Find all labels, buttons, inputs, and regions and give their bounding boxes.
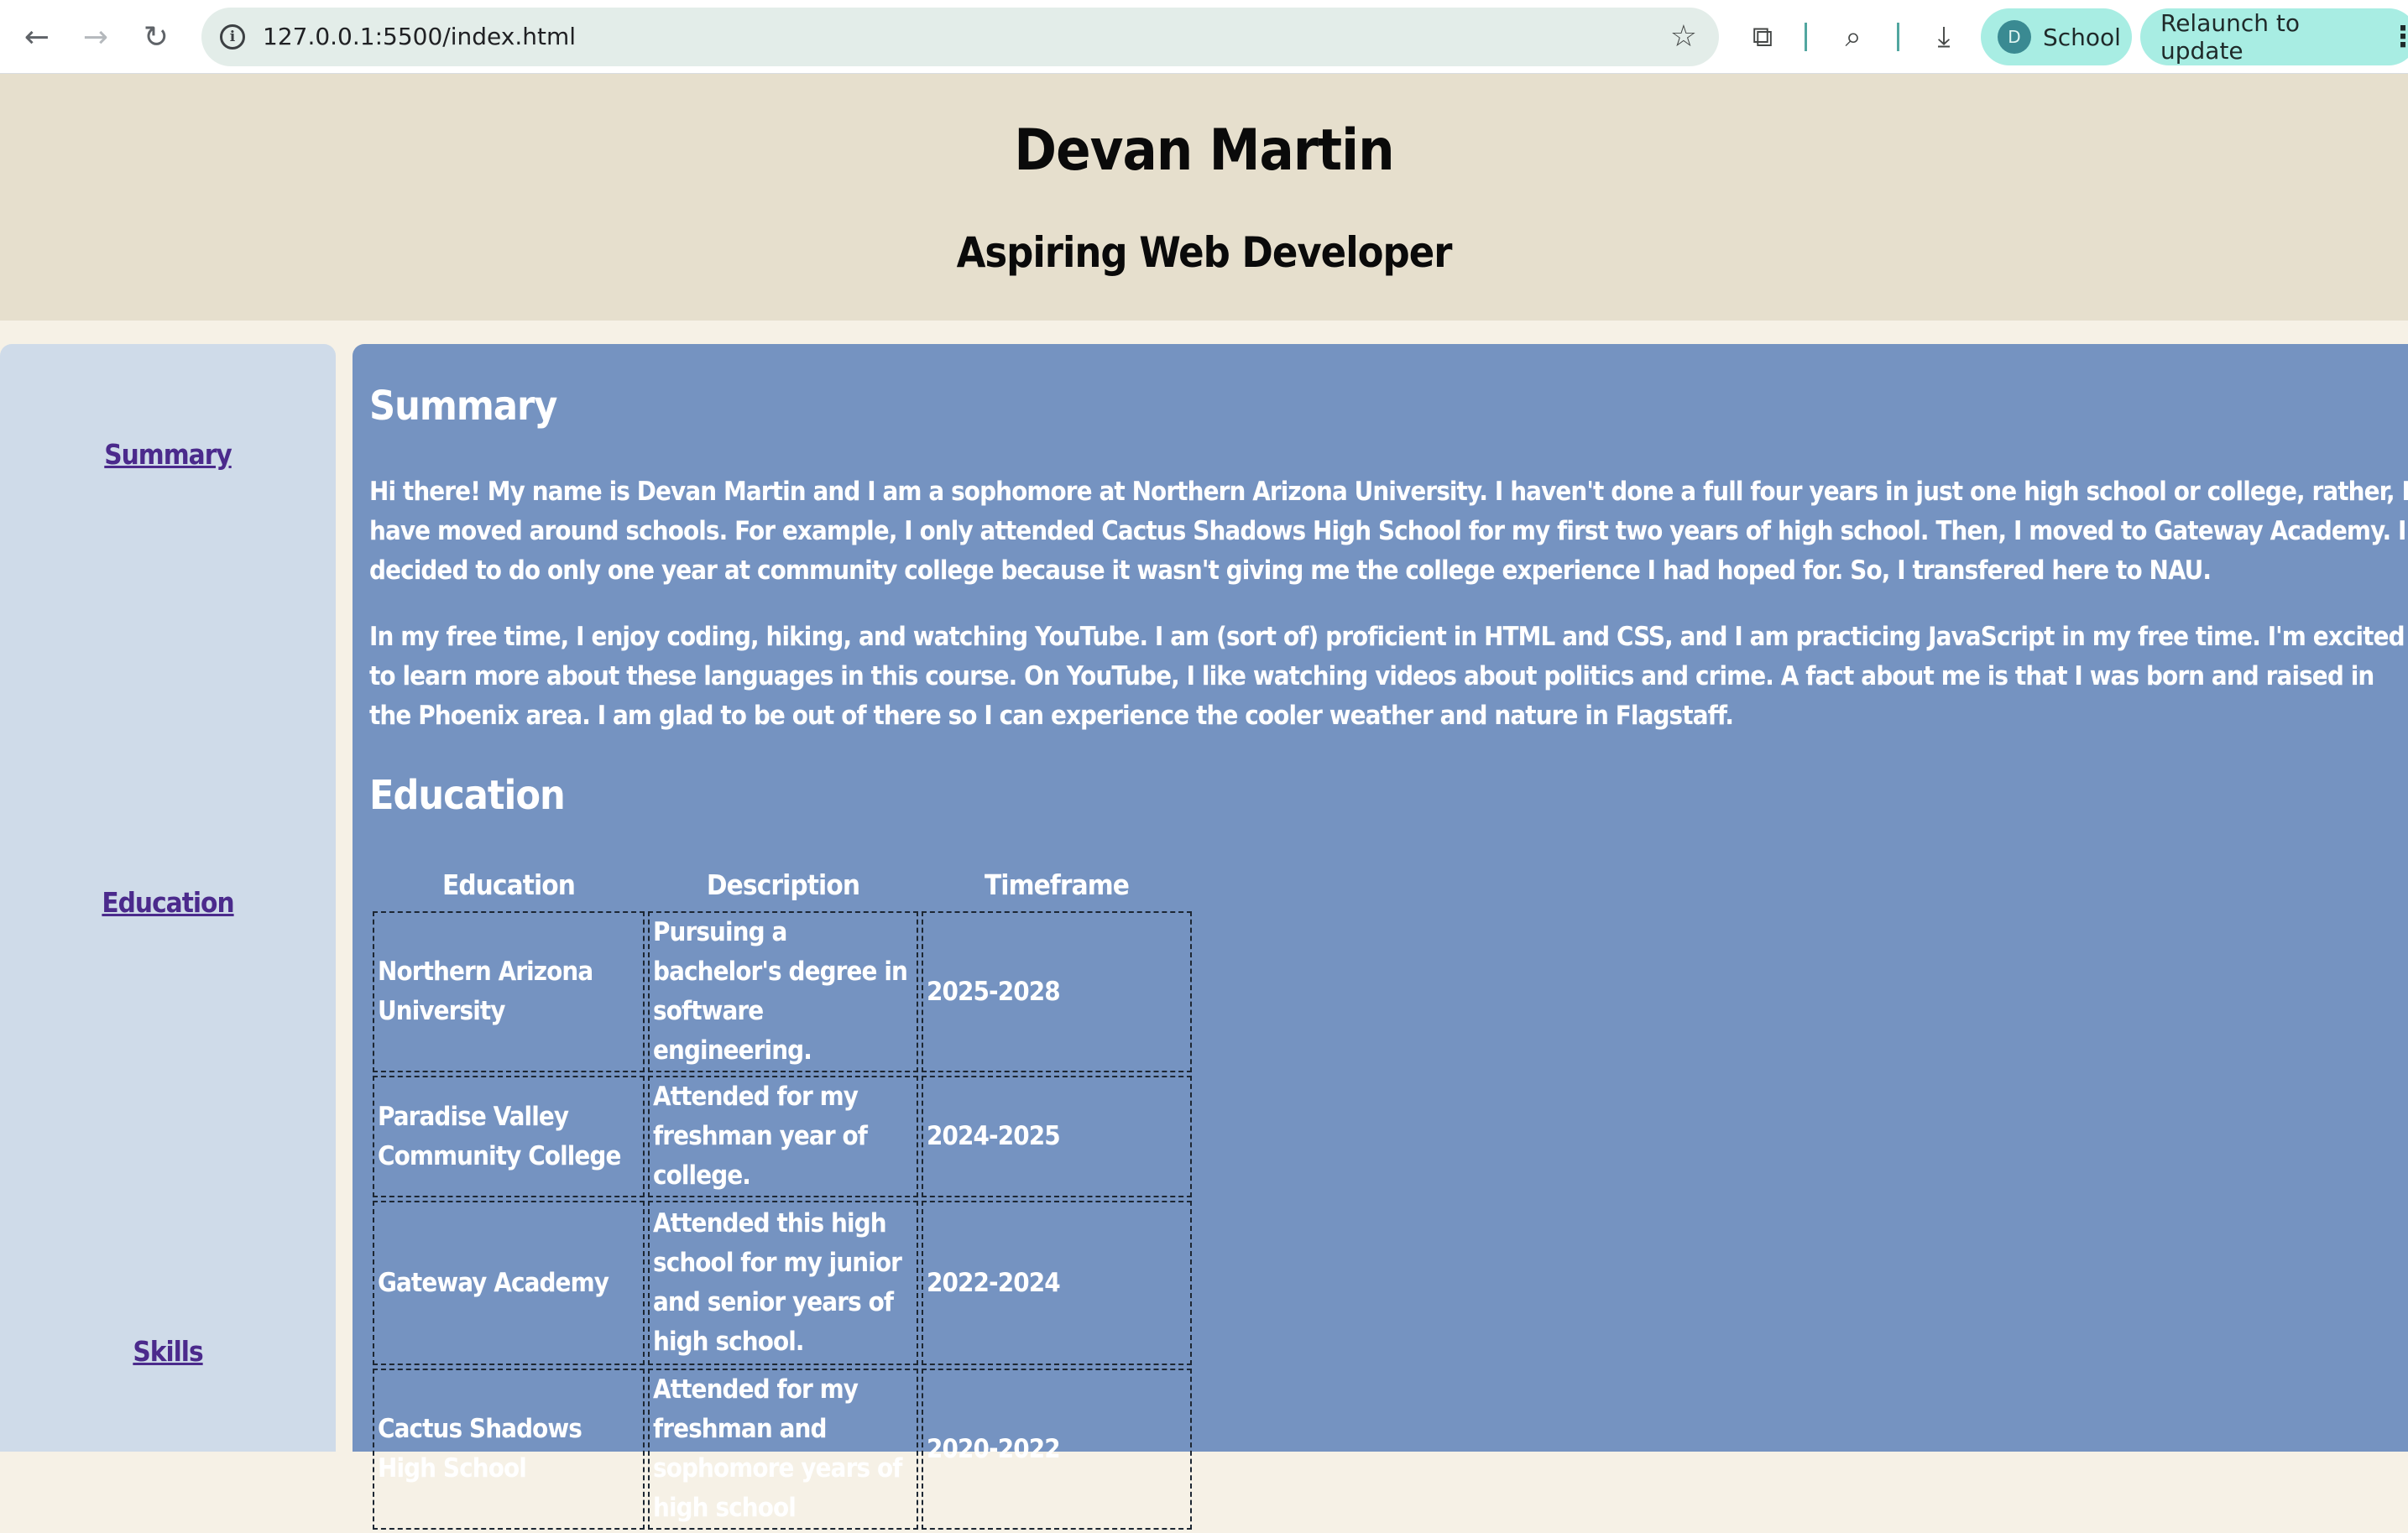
avatar: D bbox=[1998, 20, 2031, 54]
search-tabs-icon[interactable]: ⌕ bbox=[1830, 13, 1877, 60]
table-row: Paradise Valley Community College Attend… bbox=[373, 1076, 1192, 1197]
relaunch-label: Relaunch to update bbox=[2160, 9, 2301, 65]
forward-icon[interactable]: → bbox=[72, 13, 119, 60]
table-cell: Northern Arizona University bbox=[373, 911, 645, 1072]
table-header-row: Education Description Timeframe bbox=[373, 861, 1192, 908]
download-icon[interactable]: ⤓ bbox=[1920, 13, 1967, 60]
profile-button[interactable]: D School bbox=[1981, 8, 2132, 65]
toolbar-divider bbox=[1897, 23, 1899, 51]
table-row: Gateway Academy Attended this high schoo… bbox=[373, 1201, 1192, 1365]
table-cell: 2020-2022 bbox=[922, 1369, 1192, 1530]
table-cell: Paradise Valley Community College bbox=[373, 1076, 645, 1197]
table-cell: 2025-2028 bbox=[922, 911, 1192, 1072]
profile-name: School bbox=[2043, 23, 2121, 51]
table-cell: 2022-2024 bbox=[922, 1201, 1192, 1365]
column-header: Description bbox=[706, 868, 860, 901]
education-heading: Education bbox=[369, 772, 566, 819]
table-cell: Gateway Academy bbox=[373, 1201, 645, 1365]
reload-icon[interactable]: ↻ bbox=[133, 13, 180, 60]
url-text[interactable]: 127.0.0.1:5500/index.html bbox=[263, 8, 576, 66]
education-table: Education Description Timeframe Northern… bbox=[369, 858, 1195, 1533]
table-cell: Cactus Shadows High School bbox=[373, 1369, 645, 1530]
column-header: Timeframe bbox=[984, 868, 1130, 901]
browser-toolbar: ← → ↻ i 127.0.0.1:5500/index.html ☆ ⧉ ⌕ … bbox=[0, 0, 2408, 74]
table-cell: Attended for my freshman year of college… bbox=[648, 1076, 918, 1197]
sidebar-link-education[interactable]: Education bbox=[0, 886, 336, 919]
relaunch-button[interactable]: Relaunch to update ⋮ bbox=[2140, 8, 2408, 65]
table-cell: 2024-2025 bbox=[922, 1076, 1192, 1197]
page-header: Devan Martin Aspiring Web Developer bbox=[0, 74, 2408, 321]
bookmark-star-icon[interactable]: ☆ bbox=[1670, 8, 1697, 66]
table-row: Cactus Shadows High School Attended for … bbox=[373, 1369, 1192, 1530]
table-cell: Attended for my freshman and sophomore y… bbox=[648, 1369, 918, 1530]
menu-icon[interactable]: ⋮ bbox=[2389, 20, 2408, 54]
extensions-icon[interactable]: ⧉ bbox=[1739, 13, 1786, 60]
table-cell: Pursuing a bachelor's degree in software… bbox=[648, 911, 918, 1072]
sidebar-link-skills[interactable]: Skills bbox=[0, 1335, 336, 1368]
sidebar-link-summary[interactable]: Summary bbox=[0, 438, 336, 471]
page-title: Devan Martin bbox=[1014, 117, 1394, 184]
summary-heading: Summary bbox=[369, 383, 557, 430]
sidebar-nav: Summary Education Skills bbox=[0, 344, 336, 1452]
table-row: Northern Arizona University Pursuing a b… bbox=[373, 911, 1192, 1072]
address-bar[interactable]: i 127.0.0.1:5500/index.html ☆ bbox=[201, 8, 1719, 66]
back-icon[interactable]: ← bbox=[13, 13, 60, 60]
column-header: Education bbox=[441, 868, 576, 901]
site-info-icon[interactable]: i bbox=[215, 19, 250, 55]
table-cell: Attended this high school for my junior … bbox=[648, 1201, 918, 1365]
toolbar-divider bbox=[1805, 23, 1807, 51]
main-content: Summary Hi there! My name is Devan Marti… bbox=[353, 344, 2408, 1530]
summary-paragraph: In my free time, I enjoy coding, hiking,… bbox=[369, 622, 2405, 731]
summary-paragraph: Hi there! My name is Devan Martin and I … bbox=[369, 477, 2408, 586]
page-subtitle: Aspiring Web Developer bbox=[956, 228, 1453, 277]
